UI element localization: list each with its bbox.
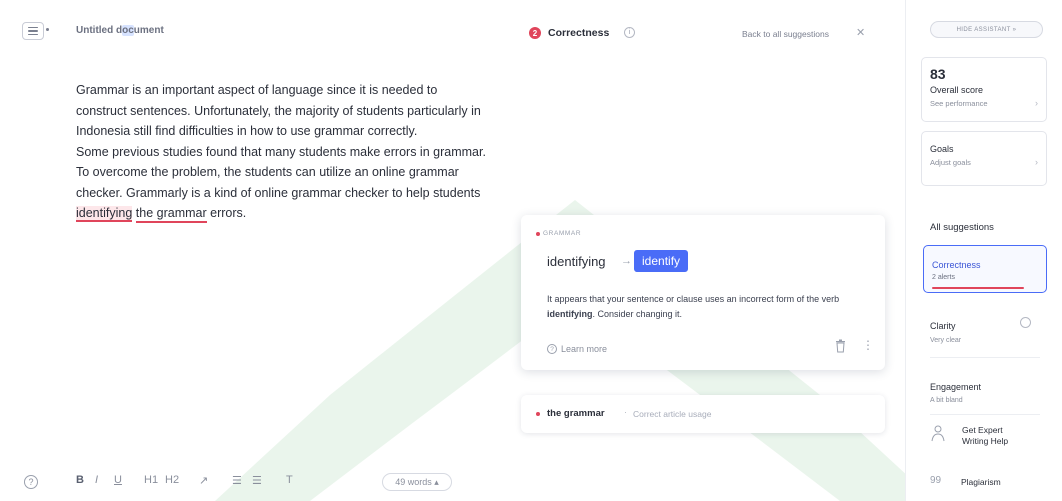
divider <box>930 414 1040 415</box>
expert-line: Writing Help <box>962 436 1009 446</box>
suggestion-category: Grammar <box>543 230 582 237</box>
expert-line: Get Expert <box>962 425 1003 435</box>
help-icon[interactable]: ? <box>24 475 38 489</box>
menu-button[interactable] <box>22 22 44 40</box>
suggestion-card[interactable]: Grammar identifying → identify It appear… <box>521 215 885 370</box>
category-dot <box>536 232 540 236</box>
plagiarism-link[interactable]: Plagiarism <box>961 477 1001 487</box>
paragraph-text: errors. <box>206 206 247 220</box>
paragraph: Grammar is an important aspect of langua… <box>76 83 481 138</box>
document-body[interactable]: Grammar is an important aspect of langua… <box>76 80 486 224</box>
expert-person-icon[interactable] <box>930 424 948 442</box>
suggestion-title: the grammar <box>547 408 605 419</box>
engagement-sub: A bit bland <box>930 397 963 404</box>
trash-icon[interactable] <box>835 339 846 353</box>
score-value: 83 <box>930 66 946 82</box>
error-highlight-the-grammar[interactable]: the grammar <box>135 206 207 223</box>
heading1-button[interactable]: H1 <box>144 474 158 486</box>
unordered-list-icon[interactable]: ☰ <box>252 474 262 487</box>
message-text: It appears that your sentence or clause … <box>547 294 840 304</box>
clear-format-icon[interactable]: T <box>286 474 293 486</box>
paragraph-text: Some previous studies found that many st… <box>76 144 486 200</box>
hide-assistant-button[interactable]: HIDE ASSISTANT » <box>930 21 1043 38</box>
panel-title: Correctness <box>548 27 610 39</box>
chevron-right-icon: › <box>1035 98 1038 108</box>
goals-label: Goals <box>930 144 954 154</box>
paragraph: Some previous studies found that many st… <box>76 142 486 224</box>
message-bold-word: identifying <box>547 309 593 319</box>
overall-score-card[interactable]: 83 Overall score See performance › <box>921 57 1047 122</box>
assistant-sidebar: HIDE ASSISTANT » 83 Overall score See pe… <box>905 0 1062 501</box>
separator: · <box>624 407 627 417</box>
engagement-label[interactable]: Engagement <box>930 382 981 392</box>
suggestion-description: Correct article usage <box>633 409 712 419</box>
back-to-suggestions-link[interactable]: Back to all suggestions <box>742 29 829 39</box>
word-count-button[interactable]: 49 words ▴ <box>382 473 452 491</box>
clarity-label[interactable]: Clarity <box>930 321 956 331</box>
chevron-right-icon: › <box>1035 157 1038 167</box>
category-correctness[interactable]: Correctness 2 alerts <box>923 245 1047 293</box>
correctness-alerts: 2 alerts <box>932 274 955 281</box>
correctness-bar <box>932 287 1024 289</box>
link-icon[interactable]: ↗ <box>199 474 208 487</box>
message-text: . Consider changing it. <box>592 309 683 319</box>
document-title-part: ument <box>133 25 164 36</box>
quote-icon: 99 <box>930 475 942 486</box>
get-expert-help-link[interactable]: Get Expert Writing Help <box>962 425 1008 447</box>
goals-sub: Adjust goals <box>930 158 971 167</box>
more-options-icon[interactable]: ⋮ <box>862 339 874 351</box>
suggestion-message: It appears that your sentence or clause … <box>547 292 877 322</box>
bold-button[interactable]: B <box>76 474 84 486</box>
score-label: Overall score <box>930 85 984 95</box>
close-icon[interactable]: ✕ <box>856 26 865 39</box>
score-sub: See performance <box>930 99 988 108</box>
info-icon[interactable]: i <box>624 27 635 38</box>
correctness-label: Correctness <box>932 260 981 270</box>
original-word: identifying <box>547 254 606 269</box>
document-title-part: Untitled d <box>76 25 123 36</box>
document-title[interactable]: Untitled document <box>76 25 164 36</box>
learn-more-link[interactable]: Learn more <box>561 344 607 354</box>
heading2-button[interactable]: H2 <box>165 474 179 486</box>
error-highlight-identifying[interactable]: identifying <box>76 206 133 222</box>
goals-card[interactable]: Goals Adjust goals › <box>921 131 1047 186</box>
formatting-toolbar: ? B I U H1 H2 ↗ ☰ ☰ T 49 words ▴ <box>0 466 905 501</box>
ordered-list-icon[interactable]: ☰ <box>232 474 242 487</box>
all-suggestions-link[interactable]: All suggestions <box>930 222 994 233</box>
error-count-icon: 2 <box>529 27 541 39</box>
clarity-sub: Very clear <box>930 337 962 344</box>
clarity-status-icon <box>1020 317 1031 328</box>
suggestion-card-collapsed[interactable]: the grammar · Correct article usage <box>521 395 885 433</box>
menu-indicator-dot <box>46 28 49 31</box>
accept-suggestion-button[interactable]: identify <box>634 250 689 272</box>
category-dot <box>536 412 540 416</box>
underline-button[interactable]: U <box>114 474 122 486</box>
divider <box>930 357 1040 358</box>
arrow-icon: → <box>621 255 632 267</box>
learn-more-icon[interactable]: ? <box>547 344 557 354</box>
italic-button[interactable]: I <box>95 474 98 486</box>
document-title-selection: oc <box>122 25 134 36</box>
